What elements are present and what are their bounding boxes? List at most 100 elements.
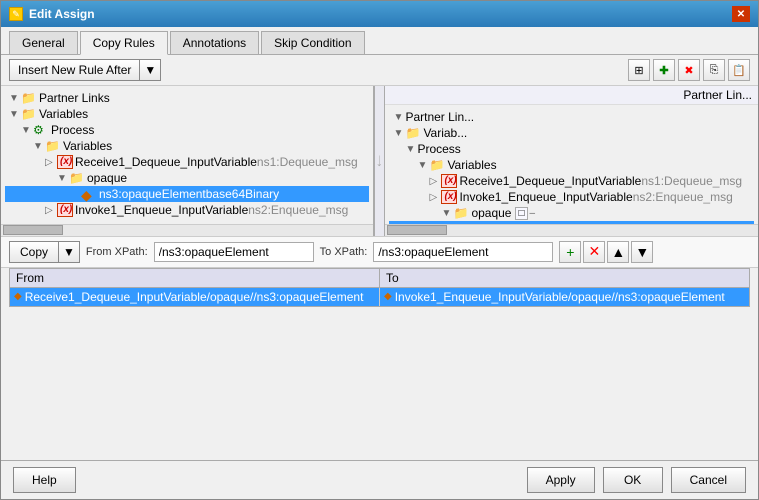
tab-annotations[interactable]: Annotations <box>170 31 259 54</box>
tree-item-opaque[interactable]: ▼ 📁 opaque <box>5 170 369 186</box>
tab-copy-rules[interactable]: Copy Rules <box>80 31 168 55</box>
insert-rule-main[interactable]: Insert New Rule After <box>9 59 140 81</box>
mapping-table-header: From To <box>10 269 749 288</box>
to-xpath-input[interactable] <box>373 242 553 262</box>
receive1-label: Receive1_Dequeue_InputVariable <box>75 155 257 169</box>
toggle-invoke1[interactable]: ▷ <box>45 205 57 216</box>
right-toggle-process[interactable]: ▼ <box>405 144 417 155</box>
xpath-up-button[interactable]: ▲ <box>607 241 629 263</box>
right-toggle-receive1[interactable]: ▷ <box>429 176 441 187</box>
right-tree-item-variab[interactable]: ▼ 📁 Variab... <box>389 125 754 141</box>
tree-item-partner-links[interactable]: ▼ 📁 Partner Links <box>5 90 369 106</box>
copy-icon[interactable]: ⎘ <box>703 59 725 81</box>
tree-item-variables2[interactable]: ▼ 📁 Variables <box>5 138 369 154</box>
toggle-opaque[interactable]: ▼ <box>57 173 69 184</box>
right-folder-icon2: 📁 <box>429 158 445 172</box>
mapping-row-0[interactable]: ◆ Receive1_Dequeue_InputVariable/opaque/… <box>10 288 749 306</box>
opaque-label: opaque <box>87 171 127 185</box>
from-xpath-input[interactable] <box>154 242 314 262</box>
paste-icon[interactable]: 📋 <box>728 59 750 81</box>
tab-general[interactable]: General <box>9 31 78 54</box>
tree-item-receive1[interactable]: ▷ (x) Receive1_Dequeue_InputVariable ns1… <box>5 154 369 170</box>
grid-icon[interactable]: ⊞ <box>628 59 650 81</box>
title-bar-left: ✎ Edit Assign <box>9 7 95 21</box>
toggle-partner-links[interactable]: ▼ <box>9 93 21 104</box>
mapping-from-icon: ◆ <box>14 291 22 302</box>
right-tree-item-invoke1[interactable]: ▷ (x) Invoke1_Enqueue_InputVariable ns2:… <box>389 189 754 205</box>
help-button[interactable]: Help <box>13 467 76 493</box>
left-scrollbar[interactable] <box>1 224 373 236</box>
right-tree-item-receive1[interactable]: ▷ (x) Receive1_Dequeue_InputVariable ns1… <box>389 173 754 189</box>
right-receive1-label: Receive1_Dequeue_InputVariable <box>459 174 641 188</box>
right-opaque-collapse[interactable]: – <box>530 208 536 219</box>
diamond-icon: ◆ <box>81 187 97 201</box>
toggle-variables[interactable]: ▼ <box>9 109 21 120</box>
toggle-variables2[interactable]: ▼ <box>33 141 45 152</box>
tree-item-process[interactable]: ▼ ⚙ Process <box>5 122 369 138</box>
variables-label: Variables <box>39 107 88 121</box>
bottom-right: Apply OK Cancel <box>527 467 746 493</box>
invoke1-type: ns2:Enqueue_msg <box>248 203 348 217</box>
xpath-down-button[interactable]: ▼ <box>631 241 653 263</box>
var-icon: (x) <box>57 155 73 169</box>
copy-dropdown-button[interactable]: ▼ <box>59 241 80 263</box>
folder-icon2: 📁 <box>21 107 37 121</box>
title-bar: ✎ Edit Assign ✕ <box>1 1 758 27</box>
right-invoke1-type: ns2:Enqueue_msg <box>633 190 733 204</box>
right-opaque-expand[interactable]: □ <box>515 207 527 220</box>
insert-rule-dropdown[interactable]: ▼ <box>140 59 161 81</box>
var-icon2: (x) <box>57 203 73 217</box>
trees-row: ▼ 📁 Partner Links ▼ 📁 Variables ▼ <box>1 86 758 236</box>
remove-red-icon[interactable]: ✖ <box>678 59 700 81</box>
right-toggle-variables[interactable]: ▼ <box>417 160 429 171</box>
right-header-label: Partner Lin... <box>683 88 752 102</box>
right-toggle-partner[interactable]: ▼ <box>393 112 405 123</box>
right-folder-icon3: 📁 <box>453 206 469 220</box>
folder-icon4: 📁 <box>69 171 85 185</box>
tree-item-ns3opaque[interactable]: ◆ ns3:opaqueElement base64Binary <box>5 186 369 202</box>
right-scrollbar-thumb[interactable] <box>387 225 447 235</box>
toggle-receive1[interactable]: ▷ <box>45 157 57 168</box>
toolbar-icons: ⊞ ✚ ✖ ⎘ 📋 <box>628 59 750 81</box>
apply-button[interactable]: Apply <box>527 467 595 493</box>
tree-item-variables[interactable]: ▼ 📁 Variables <box>5 106 369 122</box>
mapping-to-icon: ◆ <box>384 291 392 302</box>
cancel-button[interactable]: Cancel <box>671 467 746 493</box>
process-icon: ⚙ <box>33 123 49 137</box>
close-button[interactable]: ✕ <box>732 6 750 22</box>
right-toggle-variab[interactable]: ▼ <box>393 128 405 139</box>
window-title: Edit Assign <box>29 7 95 21</box>
left-tree-panel: ▼ 📁 Partner Links ▼ 📁 Variables ▼ <box>1 86 374 236</box>
main-window: ✎ Edit Assign ✕ General Copy Rules Annot… <box>0 0 759 500</box>
xpath-remove-button[interactable]: ✕ <box>583 241 605 263</box>
right-var-icon: (x) <box>441 174 457 188</box>
xpath-add-button[interactable]: + <box>559 241 581 263</box>
copy-main-button[interactable]: Copy <box>9 241 59 263</box>
toggle-process[interactable]: ▼ <box>21 125 33 136</box>
copy-button[interactable]: Copy ▼ <box>9 241 80 263</box>
tree-item-invoke1[interactable]: ▷ (x) Invoke1_Enqueue_InputVariable ns2:… <box>5 202 369 218</box>
right-toggle-invoke1[interactable]: ▷ <box>429 192 441 203</box>
left-tree-scroll[interactable]: ▼ 📁 Partner Links ▼ 📁 Variables ▼ <box>1 86 373 224</box>
main-panels: ▼ 📁 Partner Links ▼ 📁 Variables ▼ <box>1 86 758 460</box>
add-green-icon[interactable]: ✚ <box>653 59 675 81</box>
mapping-from-cell-0: ◆ Receive1_Dequeue_InputVariable/opaque/… <box>10 288 380 306</box>
right-tree-scroll[interactable]: ▼ Partner Lin... ▼ 📁 Variab... ▼ Pr <box>385 105 758 224</box>
right-scrollbar[interactable] <box>385 224 758 236</box>
right-variab-label: Variab... <box>423 126 467 140</box>
left-scrollbar-thumb[interactable] <box>3 225 63 235</box>
ok-button[interactable]: OK <box>603 467 663 493</box>
right-tree-item-process[interactable]: ▼ Process <box>389 141 754 157</box>
connector-panel: ⟶ <box>374 86 386 236</box>
bottom-left: Help <box>13 467 76 493</box>
right-tree-item-opaque[interactable]: ▼ 📁 opaque □ – <box>389 205 754 221</box>
spacer <box>1 311 758 461</box>
right-tree-item-variables[interactable]: ▼ 📁 Variables <box>389 157 754 173</box>
from-xpath-label: From XPath: <box>86 246 148 258</box>
insert-rule-button[interactable]: Insert New Rule After ▼ <box>9 59 161 81</box>
right-toggle-opaque[interactable]: ▼ <box>441 208 453 219</box>
right-tree-item-partner[interactable]: ▼ Partner Lin... <box>389 109 754 125</box>
right-variables-label: Variables <box>447 158 496 172</box>
tab-skip-condition[interactable]: Skip Condition <box>261 31 364 54</box>
to-col-header: To <box>380 269 749 287</box>
